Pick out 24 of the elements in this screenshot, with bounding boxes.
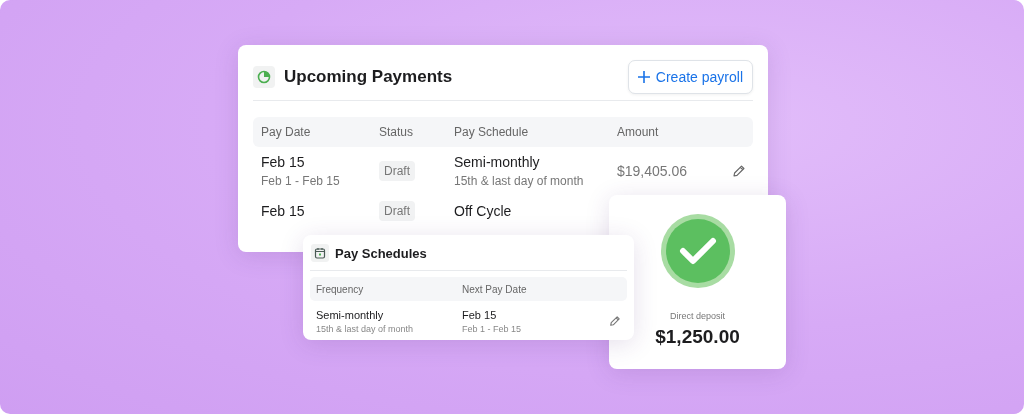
column-header: Pay Schedule	[454, 125, 530, 139]
frequency-detail: 15th & last day of month	[316, 323, 414, 334]
pay-period: Feb 1 - Feb 15	[462, 323, 522, 334]
status-badge: Draft	[379, 201, 415, 221]
create-payroll-button[interactable]: Create payroll	[627, 60, 753, 94]
pay-schedule: Off Cycle	[454, 203, 512, 219]
next-pay-date: Feb 15	[462, 308, 497, 321]
deposit-amount: $1,250.00	[655, 326, 740, 348]
deposit-label: Direct deposit	[670, 311, 725, 321]
pay-date: Feb 15	[261, 203, 305, 219]
frequency: Semi-monthly	[316, 308, 384, 321]
column-header: Amount	[617, 125, 660, 139]
pay-schedule: Semi-monthly	[454, 154, 540, 170]
column-header: Next Pay Date	[462, 283, 528, 295]
column-header: Frequency	[316, 283, 365, 295]
card-title: Pay Schedules	[335, 245, 427, 261]
column-header: Pay Date	[261, 125, 312, 139]
card-title: Upcoming Payments	[284, 67, 454, 87]
schedule-detail: 15th & last day of month	[454, 174, 584, 188]
status-badge: Draft	[379, 161, 415, 181]
amount: $19,405.06	[617, 163, 688, 179]
pay-date: Feb 15	[261, 154, 305, 170]
pay-period: Feb 1 - Feb 15	[261, 174, 340, 188]
column-header: Status	[379, 125, 415, 139]
